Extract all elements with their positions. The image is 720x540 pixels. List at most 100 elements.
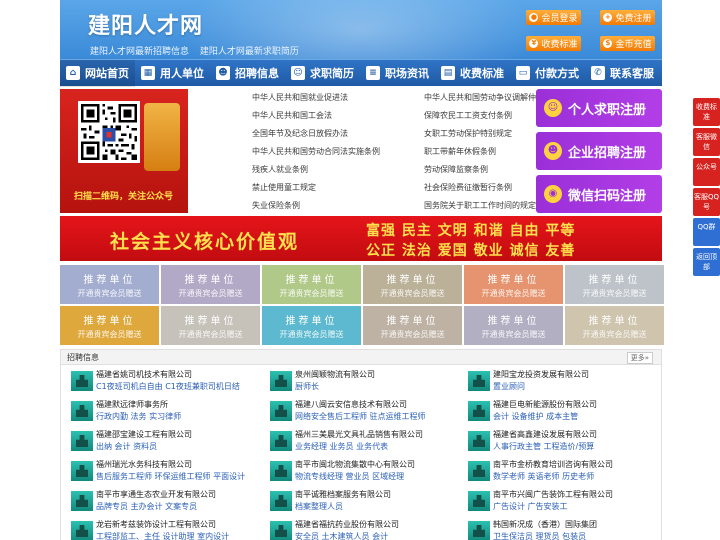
- recommended-slot[interactable]: 推荐单位 开通贵宾会员赠送: [60, 306, 159, 345]
- law-link[interactable]: 中华人民共和国就业促进法: [252, 93, 348, 103]
- law-link[interactable]: 中华人民共和国工会法: [252, 111, 332, 121]
- nav-support[interactable]: ✆ 联系客服: [585, 60, 660, 87]
- job-item[interactable]: 南平市兴闽广告装饰工程有限公司 广告设计 广告安装工: [462, 487, 658, 513]
- register-button[interactable]: + 免费注册: [600, 10, 655, 25]
- company-name[interactable]: 福建邵宝建设工程有限公司: [96, 429, 192, 440]
- job-item[interactable]: 建阳宝龙投资发展有限公司 置业顾问: [462, 367, 658, 393]
- recommended-slot[interactable]: 推荐单位 开通贵宾会员赠送: [161, 306, 260, 345]
- job-item[interactable]: 韩国新况成（香港）国际集团 卫生保洁员 理货员 包装员: [462, 517, 658, 540]
- job-positions[interactable]: C1夜班司机白自由 C1夜班兼职司机日结: [96, 381, 240, 392]
- register-jobseeker-button[interactable]: ☺ 个人求职注册: [536, 89, 662, 127]
- job-item[interactable]: 福建省姚司机技术有限公司 C1夜班司机白自由 C1夜班兼职司机日结: [65, 367, 261, 393]
- recommended-slot[interactable]: 推荐单位 开通贵宾会员赠送: [565, 306, 664, 345]
- law-link[interactable]: 禁止使用童工规定: [252, 183, 316, 193]
- job-item[interactable]: 南平诚雅档案服务有限公司 档案整理人员: [264, 487, 460, 513]
- job-positions[interactable]: 人事行政主管 工程造价/预算: [493, 441, 594, 452]
- job-positions[interactable]: 物流专线经理 营业员 区域经理: [295, 471, 404, 482]
- company-name[interactable]: 南平市兴闽广告装饰工程有限公司: [493, 489, 613, 500]
- job-item[interactable]: 福建默远律师事务所 行政内勤 法务 实习律师: [65, 397, 261, 423]
- job-positions[interactable]: 网络安全售后工程师 驻点运维工程师: [295, 411, 426, 422]
- job-positions[interactable]: 安全员 土木建筑人员 会计: [295, 531, 388, 540]
- company-name[interactable]: 南平市享通生态农业开发有限公司: [96, 489, 216, 500]
- job-positions[interactable]: 会计 设备维护 成本主管: [493, 411, 578, 422]
- nav-jobs[interactable]: ☻ 招聘信息: [210, 60, 285, 87]
- job-item[interactable]: 福建省高鑫建设发展有限公司 人事行政主管 工程造价/预算: [462, 427, 658, 453]
- job-item[interactable]: 南平市闽北物流集散中心有限公司 物流专线经理 营业员 区域经理: [264, 457, 460, 483]
- job-positions[interactable]: 数学老师 英语老师 历史老师: [493, 471, 594, 482]
- job-item[interactable]: 南平市金桥教育培训咨询有限公司 数学老师 英语老师 历史老师: [462, 457, 658, 483]
- company-name[interactable]: 福建省姚司机技术有限公司: [96, 369, 192, 380]
- job-item[interactable]: 龙岩新考兹装饰设计工程有限公司 工程部监工、主任 设计助理 室内设计: [65, 517, 261, 540]
- float-qq[interactable]: 客服QQ号: [693, 188, 720, 216]
- job-item[interactable]: 福建省福抗药业股份有限公司 安全员 土木建筑人员 会计: [264, 517, 460, 540]
- site-logo[interactable]: 建阳人才网: [88, 8, 203, 40]
- company-name[interactable]: 南平市金桥教育培训咨询有限公司: [493, 459, 613, 470]
- float-qq-group[interactable]: QQ群: [693, 218, 720, 246]
- job-positions[interactable]: 厨师长: [295, 381, 319, 392]
- register-wechat-button[interactable]: ◉ 微信扫码注册: [536, 175, 662, 213]
- recommended-slot[interactable]: 推荐单位 开通贵宾会员赠送: [262, 306, 361, 345]
- law-link[interactable]: 女职工劳动保护特别规定: [424, 129, 512, 139]
- law-link[interactable]: 全国年节及纪念日放假办法: [252, 129, 348, 139]
- job-positions[interactable]: 出纳 会计 资料员: [96, 441, 157, 452]
- float-back-to-top[interactable]: 返回顶部: [693, 248, 720, 276]
- job-positions[interactable]: 行政内勤 法务 实习律师: [96, 411, 181, 422]
- company-name[interactable]: 福建省高鑫建设发展有限公司: [493, 429, 597, 440]
- nav-resumes[interactable]: ☺ 求职简历: [285, 60, 360, 87]
- subtitle-resumes[interactable]: 建阳人才网最新求职简历: [200, 47, 299, 57]
- job-positions[interactable]: 广告设计 广告安装工: [493, 501, 568, 512]
- law-link[interactable]: 残疾人就业条例: [252, 165, 308, 175]
- subtitle-jobs[interactable]: 建阳人才网最新招聘信息: [90, 47, 189, 57]
- nav-home[interactable]: ⌂ 网站首页: [60, 59, 135, 87]
- job-positions[interactable]: 档案整理人员: [295, 501, 343, 512]
- law-link[interactable]: 职工带薪年休假条例: [424, 147, 496, 157]
- nav-pricing[interactable]: ▤ 收费标准: [435, 60, 510, 87]
- recommended-slot[interactable]: 推荐单位 开通贵宾会员赠送: [464, 306, 563, 345]
- login-button[interactable]: ● 会员登录: [526, 10, 581, 25]
- recommended-slot[interactable]: 推荐单位 开通贵宾会员赠送: [565, 265, 664, 304]
- float-wechat[interactable]: 客服微信: [693, 128, 720, 156]
- company-name[interactable]: 南平诚雅档案服务有限公司: [295, 489, 391, 500]
- company-name[interactable]: 福建省福抗药业股份有限公司: [295, 519, 399, 530]
- law-link[interactable]: 劳动保障监察条例: [424, 165, 488, 175]
- law-link[interactable]: 社会保险费征缴暂行条例: [424, 183, 512, 193]
- pricing-button[interactable]: ¥ 收费标准: [526, 36, 581, 51]
- job-positions[interactable]: 售后服务工程师 环保运维工程师 平面设计: [96, 471, 245, 482]
- float-official-account[interactable]: 公众号: [693, 158, 720, 186]
- job-positions[interactable]: 品牌专员 主办会计 文案专员: [96, 501, 197, 512]
- company-name[interactable]: 龙岩新考兹装饰设计工程有限公司: [96, 519, 216, 530]
- recommended-slot[interactable]: 推荐单位 开通贵宾会员赠送: [464, 265, 563, 304]
- float-pricing[interactable]: 收费标准: [693, 98, 720, 126]
- recharge-button[interactable]: $ 金币充值: [600, 36, 655, 51]
- job-item[interactable]: 福建邵宝建设工程有限公司 出纳 会计 资料员: [65, 427, 261, 453]
- law-link[interactable]: 中华人民共和国劳动争议调解仲裁法: [424, 93, 552, 103]
- recommended-slot[interactable]: 推荐单位 开通贵宾会员赠送: [161, 265, 260, 304]
- nav-payment[interactable]: ▭ 付款方式: [510, 60, 585, 87]
- job-positions[interactable]: 工程部监工、主任 设计助理 室内设计: [96, 531, 229, 540]
- nav-news[interactable]: ≡ 职场资讯: [360, 60, 435, 87]
- job-item[interactable]: 福建八闽云安信息技术有限公司 网络安全售后工程师 驻点运维工程师: [264, 397, 460, 423]
- register-employer-button[interactable]: ☻ 企业招聘注册: [536, 132, 662, 170]
- recommended-slot[interactable]: 推荐单位 开通贵宾会员赠送: [363, 306, 462, 345]
- recommended-slot[interactable]: 推荐单位 开通贵宾会员赠送: [60, 265, 159, 304]
- company-name[interactable]: 福州瑞光水务科技有限公司: [96, 459, 192, 470]
- company-name[interactable]: 福州三美晨光文具礼品销售有限公司: [295, 429, 423, 440]
- company-name[interactable]: 福建默远律师事务所: [96, 399, 168, 410]
- company-name[interactable]: 泉州闽颖物流有限公司: [295, 369, 375, 380]
- company-name[interactable]: 韩国新况成（香港）国际集团: [493, 519, 597, 530]
- job-item[interactable]: 福建巨电新能源股份有限公司 会计 设备维护 成本主管: [462, 397, 658, 423]
- company-name[interactable]: 福建巨电新能源股份有限公司: [493, 399, 597, 410]
- recommended-slot[interactable]: 推荐单位 开通贵宾会员赠送: [262, 265, 361, 304]
- job-positions[interactable]: 置业顾问: [493, 381, 525, 392]
- law-link[interactable]: 国务院关于职工工作时间的规定: [424, 201, 536, 211]
- job-item[interactable]: 泉州闽颖物流有限公司 厨师长: [264, 367, 460, 393]
- job-positions[interactable]: 业务经理 业务员 业务代表: [295, 441, 388, 452]
- job-positions[interactable]: 卫生保洁员 理货员 包装员: [493, 531, 586, 540]
- law-link[interactable]: 保障农民工工资支付条例: [424, 111, 512, 121]
- job-item[interactable]: 南平市享通生态农业开发有限公司 品牌专员 主办会计 文案专员: [65, 487, 261, 513]
- job-item[interactable]: 福州三美晨光文具礼品销售有限公司 业务经理 业务员 业务代表: [264, 427, 460, 453]
- company-name[interactable]: 福建八闽云安信息技术有限公司: [295, 399, 407, 410]
- company-name[interactable]: 建阳宝龙投资发展有限公司: [493, 369, 589, 380]
- law-link[interactable]: 中华人民共和国劳动合同法实施条例: [252, 147, 380, 157]
- job-item[interactable]: 福州瑞光水务科技有限公司 售后服务工程师 环保运维工程师 平面设计: [65, 457, 261, 483]
